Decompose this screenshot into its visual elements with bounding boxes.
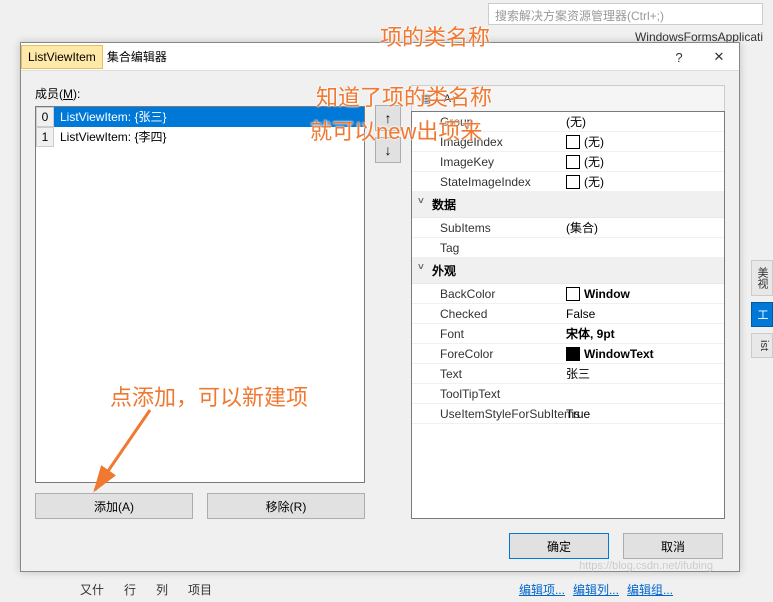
- property-value[interactable]: 张三: [562, 365, 724, 382]
- list-item-text: ListViewItem: {李四}: [54, 127, 364, 147]
- property-toolbar: ▤ A↓: [411, 85, 725, 111]
- titlebar[interactable]: ListViewItem 集合编辑器 ? ✕: [21, 43, 739, 71]
- bg-tab-2[interactable]: 工: [751, 302, 773, 327]
- property-row[interactable]: Text张三: [412, 364, 724, 384]
- edit-items-link[interactable]: 编辑项...: [519, 581, 565, 598]
- bg-status-1: 又什: [80, 581, 104, 598]
- property-name: StateImageIndex: [412, 175, 562, 189]
- help-button[interactable]: ?: [659, 43, 699, 71]
- bg-status-2: 行: [124, 581, 136, 598]
- categorized-icon[interactable]: ▤: [416, 89, 436, 109]
- property-pane: ▤ A↓ Group(无)ImageIndex(无)ImageKey(无)Sta…: [411, 85, 725, 519]
- property-row[interactable]: UseItemStyleForSubItemsTrue: [412, 404, 724, 424]
- property-name: Font: [412, 327, 562, 341]
- move-down-button[interactable]: ↓: [375, 137, 401, 163]
- property-row[interactable]: CheckedFalse: [412, 304, 724, 324]
- color-swatch: [566, 347, 580, 361]
- add-button[interactable]: 添加(A): [35, 493, 193, 519]
- property-value[interactable]: True: [562, 407, 724, 421]
- property-row[interactable]: SubItems(集合): [412, 218, 724, 238]
- property-grid[interactable]: Group(无)ImageIndex(无)ImageKey(无)StateIma…: [411, 111, 725, 519]
- property-row[interactable]: ImageKey(无): [412, 152, 724, 172]
- property-name: UseItemStyleForSubItems: [412, 407, 562, 421]
- search-placeholder-text: 搜索解决方案资源管理器(Ctrl+;): [495, 9, 664, 23]
- move-up-button[interactable]: ↑: [375, 105, 401, 131]
- bg-right-tabs: 美视 工 ist: [751, 260, 773, 358]
- edit-groups-link[interactable]: 编辑组...: [627, 581, 673, 598]
- property-row[interactable]: BackColorWindow: [412, 284, 724, 304]
- property-row[interactable]: StateImageIndex(无): [412, 172, 724, 192]
- bg-action-links: 编辑项... 编辑列... 编辑组...: [519, 581, 673, 598]
- title-classname-highlight: ListViewItem: [21, 45, 103, 69]
- bg-status-items: 又什 行 列 项目: [80, 581, 212, 598]
- property-row[interactable]: ForeColorWindowText: [412, 344, 724, 364]
- dialog-footer: 确定 取消: [509, 533, 723, 559]
- watermark: https://blog.csdn.net/ifubing: [579, 560, 713, 572]
- members-label: 成员(M):: [35, 85, 365, 102]
- list-item[interactable]: 0ListViewItem: {张三}: [36, 107, 364, 127]
- bg-status-4: 项目: [188, 581, 212, 598]
- color-swatch: [566, 155, 580, 169]
- alphabetical-icon[interactable]: A↓: [440, 89, 460, 109]
- list-item-text: ListViewItem: {张三}: [54, 107, 364, 127]
- members-listbox[interactable]: 0ListViewItem: {张三}1ListViewItem: {李四}: [35, 106, 365, 483]
- reorder-buttons: ↑ ↓: [375, 85, 401, 519]
- property-category[interactable]: 外观: [412, 258, 724, 284]
- property-row[interactable]: Tag: [412, 238, 724, 258]
- property-name: Tag: [412, 241, 562, 255]
- property-value[interactable]: False: [562, 307, 724, 321]
- color-swatch: [566, 175, 580, 189]
- list-item[interactable]: 1ListViewItem: {李四}: [36, 127, 364, 147]
- property-row[interactable]: ImageIndex(无): [412, 132, 724, 152]
- bg-tab-3[interactable]: ist: [751, 333, 773, 358]
- members-pane: 成员(M): 0ListViewItem: {张三}1ListViewItem:…: [35, 85, 365, 519]
- property-category[interactable]: 数据: [412, 192, 724, 218]
- close-button[interactable]: ✕: [699, 43, 739, 71]
- list-item-index: 1: [36, 127, 54, 147]
- property-value[interactable]: Window: [562, 287, 724, 301]
- property-name: Checked: [412, 307, 562, 321]
- list-item-index: 0: [36, 107, 54, 127]
- property-value[interactable]: (集合): [562, 219, 724, 236]
- bg-tab-1[interactable]: 美视: [751, 260, 773, 296]
- property-name: ToolTipText: [412, 387, 562, 401]
- remove-button[interactable]: 移除(R): [207, 493, 365, 519]
- property-name: Group: [412, 115, 562, 129]
- cancel-button[interactable]: 取消: [623, 533, 723, 559]
- edit-columns-link[interactable]: 编辑列...: [573, 581, 619, 598]
- property-value[interactable]: (无): [562, 133, 724, 150]
- property-value[interactable]: (无): [562, 153, 724, 170]
- property-row[interactable]: Group(无): [412, 112, 724, 132]
- property-name: ImageIndex: [412, 135, 562, 149]
- property-name: ForeColor: [412, 347, 562, 361]
- ok-button[interactable]: 确定: [509, 533, 609, 559]
- property-name: Text: [412, 367, 562, 381]
- color-swatch: [566, 135, 580, 149]
- property-row[interactable]: Font宋体, 9pt: [412, 324, 724, 344]
- property-name: ImageKey: [412, 155, 562, 169]
- title-suffix: 集合编辑器: [103, 48, 167, 65]
- property-row[interactable]: ToolTipText: [412, 384, 724, 404]
- property-value[interactable]: 宋体, 9pt: [562, 325, 724, 342]
- property-name: BackColor: [412, 287, 562, 301]
- property-value[interactable]: WindowText: [562, 347, 724, 361]
- property-name: SubItems: [412, 221, 562, 235]
- color-swatch: [566, 287, 580, 301]
- solution-explorer-search[interactable]: 搜索解决方案资源管理器(Ctrl+;): [488, 3, 763, 25]
- property-value[interactable]: (无): [562, 113, 724, 130]
- bg-status-3: 列: [156, 581, 168, 598]
- collection-editor-dialog: ListViewItem 集合编辑器 ? ✕ 成员(M): 0ListViewI…: [20, 42, 740, 572]
- property-value[interactable]: (无): [562, 173, 724, 190]
